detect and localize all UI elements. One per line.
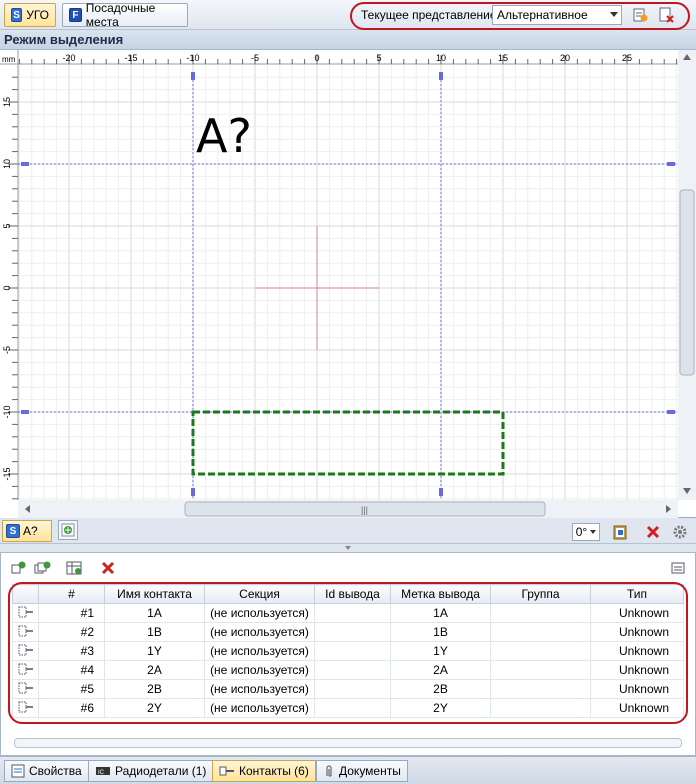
tab-contacts[interactable]: Контакты (6) xyxy=(212,760,316,782)
ruler-y-label: 10 xyxy=(2,159,12,169)
import-pins-button[interactable] xyxy=(64,558,84,578)
symbol-icon: S xyxy=(11,8,23,22)
rotation-value: 0° xyxy=(575,525,588,539)
pin-settings-icon xyxy=(671,562,685,574)
ruler-x-label: -20 xyxy=(62,53,75,63)
tab-contacts-label: Контакты (6) xyxy=(239,764,309,778)
guide-handle[interactable] xyxy=(21,162,29,166)
canvas-svg[interactable]: -20 -15 -10 -5 0 5 10 15 20 25 15 10 5 0 -5 -10 -15 mm A… xyxy=(0,50,696,518)
table-h-scrollbar[interactable] xyxy=(14,738,682,748)
ruler-y-label: 0 xyxy=(2,285,12,290)
add-pin-icon xyxy=(11,561,26,574)
chevron-down-icon xyxy=(590,530,597,534)
guide-handle[interactable] xyxy=(439,488,443,496)
ruler-y-label: 15 xyxy=(2,97,12,107)
drawing-canvas[interactable]: -20 -15 -10 -5 0 5 10 15 20 25 15 10 5 0 -5 -10 -15 mm A… xyxy=(0,50,696,518)
tab-parts[interactable]: IC Радиодетали (1) xyxy=(88,760,214,782)
guide-handle[interactable] xyxy=(667,162,675,166)
rotation-select[interactable]: 0° xyxy=(572,523,600,541)
ruler-x-label: 20 xyxy=(560,53,570,63)
ruler-x-label: 0 xyxy=(314,53,319,63)
pins-toolbar xyxy=(4,556,692,580)
close-icon xyxy=(101,561,115,575)
delete-component-button[interactable] xyxy=(643,522,663,542)
tab-properties[interactable]: Свойства xyxy=(4,760,89,782)
v-scroll-thumb[interactable] xyxy=(679,189,695,376)
ruler-x-label: 10 xyxy=(436,53,446,63)
guide-handle[interactable] xyxy=(439,72,443,80)
properties-icon xyxy=(11,764,25,778)
guide-handle[interactable] xyxy=(21,410,29,414)
guide-handle[interactable] xyxy=(191,72,195,80)
pin-icon xyxy=(219,766,234,776)
annotation-highlight xyxy=(8,582,688,724)
tab-documents-label: Документы xyxy=(339,764,401,778)
gear-icon xyxy=(673,525,687,539)
grid xyxy=(18,64,678,500)
ruler-x-label: 25 xyxy=(622,53,632,63)
svg-text:|||: ||| xyxy=(361,505,368,515)
ruler-x-label: -10 xyxy=(186,53,199,63)
paperclip-icon xyxy=(326,765,332,777)
properties-button[interactable] xyxy=(610,522,630,542)
mode-bar: Режим выделения xyxy=(0,30,696,50)
add-pins-button[interactable] xyxy=(32,558,52,578)
unit-label: mm xyxy=(2,55,16,64)
ruler-y-label: -5 xyxy=(2,346,12,354)
tab-documents[interactable]: Документы xyxy=(316,760,408,782)
tab-properties-label: Свойства xyxy=(29,764,82,778)
ruler-x-label: 15 xyxy=(498,53,508,63)
guide-handle[interactable] xyxy=(667,410,675,414)
ruler-x-label: -15 xyxy=(124,53,137,63)
tab-ugo[interactable]: S УГО xyxy=(4,3,56,27)
table-icon xyxy=(66,561,82,575)
mode-title: Режим выделения xyxy=(4,32,124,47)
component-tab-label: A? xyxy=(23,524,38,538)
symbol-icon: S xyxy=(6,524,20,538)
ruler-y-label: 5 xyxy=(2,223,12,228)
component-outline[interactable] xyxy=(191,410,505,476)
tab-ugo-label: УГО xyxy=(26,8,49,22)
tab-parts-label: Радиодетали (1) xyxy=(115,764,207,778)
add-component-icon xyxy=(61,523,75,537)
tab-footprints-label: Посадочные места xyxy=(85,1,156,29)
pin-settings-button[interactable] xyxy=(668,558,688,578)
ruler-top xyxy=(0,50,696,64)
ruler-x-label: -5 xyxy=(251,53,259,63)
ruler-y-label: -15 xyxy=(2,467,12,480)
panel-splitter[interactable] xyxy=(0,544,696,552)
component-tab[interactable]: S A? xyxy=(2,520,52,542)
svg-text:IC: IC xyxy=(98,770,105,776)
ruler-left xyxy=(0,50,18,518)
add-pin-button[interactable] xyxy=(8,558,28,578)
collapse-icon[interactable] xyxy=(345,546,351,550)
guide-handle[interactable] xyxy=(191,488,195,496)
delete-pin-button[interactable] xyxy=(98,558,118,578)
refdes-text[interactable]: A? xyxy=(196,109,252,163)
chip-icon: IC xyxy=(96,767,110,776)
ruler-y-label: -10 xyxy=(2,405,12,418)
add-pins-icon xyxy=(34,561,51,574)
tab-footprints[interactable]: F Посадочные места xyxy=(62,1,188,29)
footprint-icon: F xyxy=(69,8,82,22)
ruler-x-label: 5 xyxy=(376,53,381,63)
clipboard-icon xyxy=(613,525,627,540)
close-icon xyxy=(646,525,660,539)
settings-button[interactable] xyxy=(670,522,690,542)
annotation-highlight xyxy=(350,2,690,30)
add-component-button[interactable] xyxy=(58,520,78,540)
